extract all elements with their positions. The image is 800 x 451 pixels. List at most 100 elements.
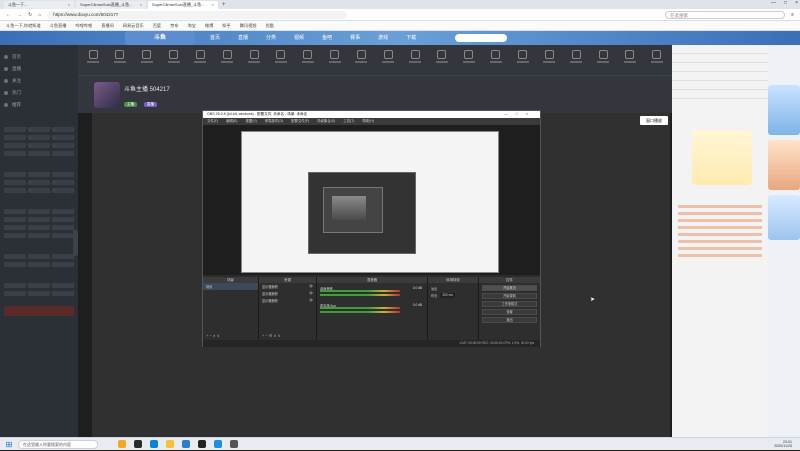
back-icon[interactable]: ← bbox=[6, 12, 11, 18]
obs-menu-item[interactable]: 工具(T) bbox=[343, 118, 354, 125]
app-icon[interactable] bbox=[118, 440, 126, 448]
toolbar-item[interactable] bbox=[381, 50, 395, 63]
site-nav-link[interactable]: 赛事 bbox=[350, 31, 360, 45]
close-icon[interactable]: × bbox=[212, 2, 214, 7]
obs-control-button[interactable]: 工作室模式 bbox=[482, 301, 537, 307]
toolbar-item[interactable] bbox=[569, 50, 583, 63]
toolbar-item[interactable] bbox=[140, 50, 154, 63]
task-view-icon[interactable] bbox=[134, 440, 142, 448]
toolbar-item[interactable] bbox=[220, 50, 234, 63]
site-logo[interactable]: 斗鱼 bbox=[125, 31, 195, 45]
toolbar-item[interactable] bbox=[354, 50, 368, 63]
scene-controls[interactable]: + − ∧ ∨ bbox=[206, 333, 220, 338]
toolbar-item[interactable] bbox=[650, 50, 664, 63]
obs-menu-item[interactable]: 配置文件(P) bbox=[291, 118, 309, 125]
volume-slider[interactable] bbox=[320, 294, 400, 296]
site-nav-link[interactable]: 下载 bbox=[406, 31, 416, 45]
minimize-icon[interactable]: — bbox=[771, 0, 776, 6]
transition-select[interactable]: 淡出 bbox=[428, 285, 478, 292]
bookmark-link[interactable]: 斗鱼直播 bbox=[50, 23, 67, 29]
obs-control-button[interactable]: 开始推流 bbox=[482, 285, 537, 291]
obs-preview[interactable] bbox=[203, 125, 540, 275]
obs-control-button[interactable]: 开始录制 bbox=[482, 293, 537, 299]
edge-icon[interactable] bbox=[150, 440, 158, 448]
toolbar-item[interactable] bbox=[516, 50, 530, 63]
toolbar-item[interactable] bbox=[328, 50, 342, 63]
toolbar-item[interactable] bbox=[167, 50, 181, 63]
site-nav-link[interactable]: 鱼吧 bbox=[322, 31, 332, 45]
bookmark-link[interactable]: 京东 bbox=[170, 23, 178, 29]
source-item[interactable]: 显示器捕获 👁 bbox=[259, 297, 316, 304]
reload-icon[interactable]: ↻ bbox=[28, 12, 32, 18]
obs-menu-item[interactable]: 帮助(H) bbox=[362, 118, 374, 125]
sidebar-item[interactable]: 热门 bbox=[4, 87, 74, 99]
promo-image[interactable] bbox=[692, 130, 752, 185]
toolbar-item[interactable] bbox=[301, 50, 315, 63]
promo-banner[interactable] bbox=[768, 195, 800, 240]
obs-menu-item[interactable]: 场景集合(S) bbox=[317, 118, 335, 125]
scene-item[interactable]: 场景 bbox=[203, 283, 258, 290]
maximize-icon[interactable]: □ bbox=[516, 112, 526, 116]
close-window-icon[interactable]: × bbox=[795, 0, 798, 6]
toolbar-item[interactable] bbox=[489, 50, 503, 63]
sidebar-promo[interactable] bbox=[4, 306, 74, 316]
bookmark-link[interactable]: 微博 bbox=[205, 23, 213, 29]
close-icon[interactable]: × bbox=[526, 112, 536, 116]
obs-control-button[interactable]: 设置 bbox=[482, 309, 537, 315]
bookmark-link[interactable]: 网易云音乐 bbox=[123, 23, 144, 29]
toolbar-item[interactable] bbox=[274, 50, 288, 63]
new-tab-icon[interactable]: + bbox=[222, 2, 226, 8]
toolbar-item[interactable] bbox=[435, 50, 449, 63]
close-icon[interactable]: × bbox=[68, 2, 70, 7]
toolbar-item[interactable] bbox=[247, 50, 261, 63]
bookmark-link[interactable]: 优酷 bbox=[265, 23, 273, 29]
bookmark-link[interactable]: 哔哩哔哩 bbox=[75, 23, 92, 29]
taskbar-search-input[interactable]: 在这里输入你要搜索的内容 bbox=[18, 439, 98, 449]
site-nav-link[interactable]: 视频 bbox=[294, 31, 304, 45]
volume-slider[interactable] bbox=[320, 311, 400, 313]
window-mode-button[interactable]: 窗口播放 bbox=[640, 116, 668, 125]
obs-menu-item[interactable]: 编辑(E) bbox=[226, 118, 237, 125]
browser-tab-active[interactable]: SuperClimaxSolo直播_斗鱼... × bbox=[148, 0, 218, 9]
obs-icon[interactable] bbox=[198, 440, 206, 448]
folder-icon[interactable] bbox=[166, 440, 174, 448]
toolbar-item[interactable] bbox=[542, 50, 556, 63]
sidebar-item[interactable]: 关注 bbox=[4, 75, 74, 87]
toolbar-item[interactable] bbox=[408, 50, 422, 63]
eye-icon[interactable]: 👁 bbox=[309, 284, 313, 289]
forward-icon[interactable]: → bbox=[17, 12, 22, 18]
sidebar-collapse-handle[interactable] bbox=[73, 230, 78, 256]
sidebar-item[interactable]: 推荐 bbox=[4, 99, 74, 111]
maximize-icon[interactable]: □ bbox=[784, 0, 787, 6]
minimize-icon[interactable]: — bbox=[504, 112, 516, 116]
source-controls[interactable]: + − ⚙ ∧ ∨ bbox=[262, 333, 281, 338]
toolbar-item[interactable] bbox=[462, 50, 476, 63]
system-clock[interactable]: 23:01 2020/11/25 bbox=[774, 440, 800, 449]
browser-tab[interactable]: SuperClimaxSolo直播_斗鱼... × bbox=[76, 0, 146, 9]
site-nav-link[interactable]: 分类 bbox=[266, 31, 276, 45]
bookmark-link[interactable]: 淘宝 bbox=[188, 23, 196, 29]
source-item[interactable]: 显示器捕获 👁 bbox=[259, 290, 316, 297]
avatar[interactable] bbox=[94, 82, 120, 108]
source-item[interactable]: 显示器捕获 👁 bbox=[259, 283, 316, 290]
browser-tab[interactable]: 斗鱼一下... × bbox=[4, 0, 74, 9]
bookmark-link[interactable]: 百度 bbox=[153, 23, 161, 29]
bookmark-link[interactable]: 斗鱼一下,你就知道 bbox=[6, 23, 41, 29]
promo-banner[interactable] bbox=[768, 85, 800, 135]
toolbar-item[interactable] bbox=[623, 50, 637, 63]
eye-icon[interactable]: 👁 bbox=[309, 298, 313, 303]
app-icon[interactable] bbox=[230, 440, 238, 448]
site-nav-link[interactable]: 直播 bbox=[238, 31, 248, 45]
site-nav-link[interactable]: 首页 bbox=[210, 31, 220, 45]
toolbar-item[interactable] bbox=[596, 50, 610, 63]
windows-start-icon[interactable]: ⊞ bbox=[0, 438, 18, 451]
sidebar-item[interactable]: 直播 bbox=[4, 63, 74, 75]
browser-icon[interactable] bbox=[214, 440, 222, 448]
duration-input[interactable]: 300 ms bbox=[440, 293, 455, 298]
obs-control-button[interactable]: 退出 bbox=[482, 317, 537, 323]
browser-search-input[interactable]: 在此搜索 bbox=[665, 10, 786, 19]
obs-menu-item[interactable]: 视图(V) bbox=[245, 118, 256, 125]
promo-banner[interactable] bbox=[768, 140, 800, 190]
toolbar-item[interactable] bbox=[113, 50, 127, 63]
menu-icon[interactable]: ≡ bbox=[791, 12, 794, 18]
